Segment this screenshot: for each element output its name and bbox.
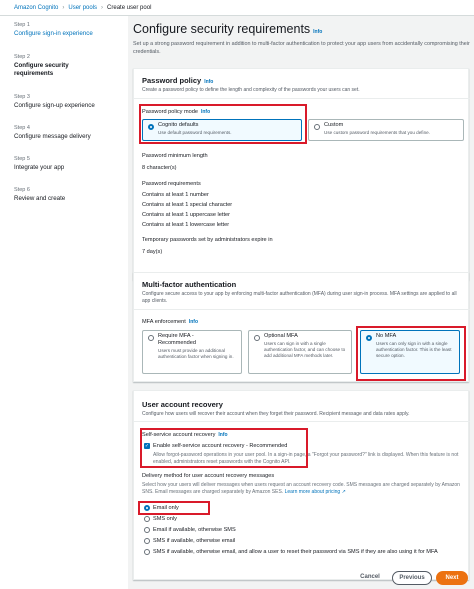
step-number: Step 2: [14, 54, 30, 60]
chevron-right-icon: ›: [62, 4, 65, 11]
requirement-item: Contains at least 1 number: [142, 192, 209, 198]
chevron-right-icon: ›: [101, 4, 104, 11]
page-description: Set up a strong password requirement in …: [133, 41, 470, 55]
external-link-icon: ↗: [341, 488, 346, 495]
step-number: Step 5: [14, 156, 30, 162]
mfa-card: Multi-factor authentication Configure se…: [133, 272, 470, 382]
mfa-enforcement-label: MFA enforcement Info: [142, 319, 198, 325]
step-number: Step 3: [14, 94, 30, 100]
step-2: Step 2 Configure security requirements: [14, 54, 124, 78]
breadcrumb-current: Create user pool: [107, 4, 152, 11]
info-link[interactable]: Info: [313, 29, 322, 35]
method-sms-only[interactable]: SMS only: [153, 516, 177, 522]
cancel-button[interactable]: Cancel: [352, 571, 388, 585]
breadcrumb-amazon-cognito[interactable]: Amazon Cognito: [14, 5, 58, 11]
require-mfa-option[interactable]: Require MFA - Recommended Users must pro…: [142, 330, 242, 374]
requirement-item: Contains at least 1 special character: [142, 202, 233, 208]
radio-unselected[interactable]: [144, 538, 150, 544]
breadcrumb: Amazon Cognito › User pools › Create use…: [0, 0, 474, 16]
radio-unselected[interactable]: [144, 549, 150, 555]
min-length-value: 8 character(s): [142, 165, 177, 171]
temp-password-value: 7 day(s): [142, 249, 163, 255]
step-label: Review and create: [14, 195, 66, 202]
divider: [134, 421, 470, 422]
radio-unselected[interactable]: [144, 516, 150, 522]
pricing-link[interactable]: Learn more about pricing: [285, 489, 341, 495]
radio-unselected[interactable]: [314, 124, 320, 130]
highlight-box: [356, 326, 466, 381]
card-description: Create a password policy to define the l…: [142, 87, 360, 93]
main-content: Configure security requirements Info Set …: [128, 16, 474, 589]
step-number: Step 6: [14, 187, 30, 193]
account-recovery-card: User account recovery Configure how user…: [133, 390, 470, 580]
card-title-text: Password policy: [142, 76, 202, 85]
requirement-item: Contains at least 1 lowercase letter: [142, 222, 230, 228]
page-title: Configure security requirements Info: [133, 22, 322, 36]
card-title: Multi-factor authentication: [142, 280, 237, 289]
breadcrumb-user-pools[interactable]: User pools: [68, 5, 97, 11]
step-6: Step 6 Review and create: [14, 187, 124, 203]
wizard-steps: Step 1 Configure sign-in experience Step…: [0, 16, 128, 589]
card-title: Password policy Info: [142, 76, 213, 85]
option-title: Optional MFA: [264, 333, 298, 339]
radio-unselected[interactable]: [144, 527, 150, 533]
divider: [134, 309, 470, 310]
option-description: Users can sign in with a single authenti…: [264, 341, 346, 358]
radio-unselected[interactable]: [148, 335, 154, 341]
method-email-then-sms[interactable]: Email if available, otherwise SMS: [153, 527, 236, 533]
info-link[interactable]: Info: [204, 79, 213, 85]
highlight-box: [139, 104, 307, 144]
step-label[interactable]: Configure sign-in experience: [14, 30, 124, 38]
step-5: Step 5 Integrate your app: [14, 156, 124, 172]
temp-password-label: Temporary passwords set by administrator…: [142, 237, 273, 243]
page-title-text: Configure security requirements: [133, 22, 311, 36]
radio-unselected[interactable]: [254, 335, 260, 341]
label-text: MFA enforcement: [142, 319, 186, 325]
step-label: Configure sign-up experience: [14, 102, 95, 109]
min-length-label: Password minimum length: [142, 153, 208, 159]
step-label: Configure security requirements: [14, 62, 69, 77]
delivery-method-label: Delivery method for user account recover…: [142, 473, 275, 479]
method-sms-then-email-mfa[interactable]: SMS if available, otherwise email, and a…: [153, 549, 438, 555]
step-4: Step 4 Configure message delivery: [14, 125, 124, 141]
step-number: Step 4: [14, 125, 30, 131]
option-description: Use custom password requirements that yo…: [324, 130, 430, 135]
card-description: Configure secure access to your app by e…: [142, 291, 457, 304]
info-link[interactable]: Info: [189, 319, 198, 325]
divider: [134, 98, 470, 99]
method-sms-then-email[interactable]: SMS if available, otherwise email: [153, 538, 235, 544]
requirement-item: Contains at least 1 uppercase letter: [142, 212, 230, 218]
highlight-box: [140, 428, 308, 468]
password-policy-card: Password policy Info Create a password po…: [133, 68, 470, 280]
card-title: User account recovery: [142, 400, 223, 409]
optional-mfa-option[interactable]: Optional MFA Users can sign in with a si…: [248, 330, 352, 374]
previous-button[interactable]: Previous: [392, 571, 432, 585]
step-number: Step 1: [14, 22, 30, 28]
custom-option[interactable]: Custom Use custom password requirements …: [308, 119, 464, 141]
step-label: Integrate your app: [14, 164, 65, 171]
step-3: Step 3 Configure sign-up experience: [14, 94, 124, 110]
delivery-method-description: Select how your users will deliver messa…: [142, 482, 460, 495]
option-title: Require MFA - Recommended: [158, 333, 196, 346]
card-description: Configure how users will recover their a…: [142, 411, 410, 417]
option-description: Users must provide an additional authent…: [158, 348, 234, 359]
step-label: Configure message delivery: [14, 133, 91, 140]
highlight-box: [138, 501, 210, 515]
step-1[interactable]: Step 1 Configure sign-in experience: [14, 22, 124, 38]
requirements-label: Password requirements: [142, 181, 201, 187]
option-title: Custom: [324, 122, 344, 128]
next-button[interactable]: Next: [436, 571, 468, 585]
